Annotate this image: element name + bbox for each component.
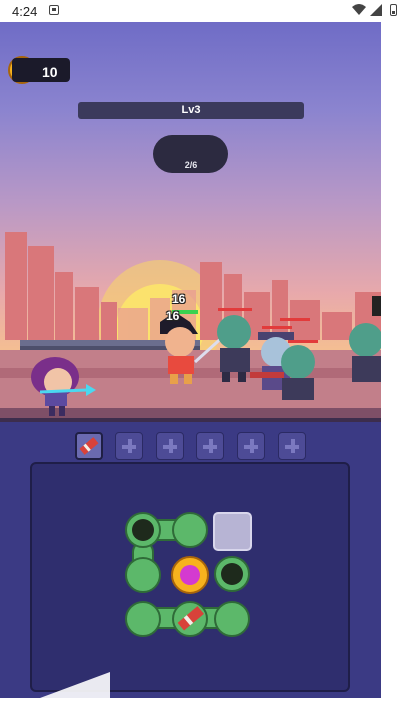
gear-4 (125, 601, 161, 637)
power-core-gem (180, 565, 200, 585)
gear-3 (125, 557, 161, 593)
status-bar: 4:24 (0, 0, 409, 22)
navigation-bar (0, 698, 409, 728)
screen-edge (381, 22, 409, 698)
gear-pieces (40, 512, 250, 698)
gear-2 (172, 512, 208, 548)
battery-icon (390, 4, 397, 16)
wifi-icon (352, 4, 366, 15)
signal-icon (370, 4, 382, 16)
status-time: 4:24 (12, 4, 38, 19)
bomb-item-1 (132, 519, 154, 541)
gear-6 (214, 601, 250, 637)
notification-icon (49, 5, 59, 15)
empty-grid-cell[interactable] (213, 512, 252, 551)
bomb-item-2 (221, 563, 243, 585)
game-viewport[interactable]: 10 Lv3 2/6 16 16 (0, 22, 381, 698)
